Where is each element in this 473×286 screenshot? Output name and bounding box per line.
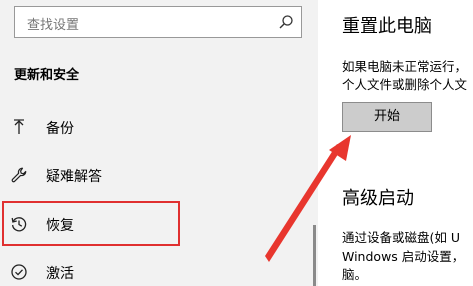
advanced-description-line: 脑。: [342, 267, 368, 282]
wrench-icon: [11, 167, 27, 183]
sidebar-item-label: 激活: [46, 266, 74, 282]
main-content: 重置此电脑 如果电脑未正常运行， 个人文件或删除个人文 开始 高级启动 通过设备…: [318, 0, 473, 286]
reset-description-line: 如果电脑未正常运行，: [342, 59, 468, 74]
advanced-description-line: Windows 启动设置，: [342, 249, 465, 264]
section-heading: 更新和安全: [14, 68, 80, 83]
settings-sidebar: 查找设置 更新和安全 备份 疑难解答 恢复 激活: [0, 0, 318, 286]
sidebar-item-label: 疑难解答: [46, 169, 102, 185]
search-placeholder: 查找设置: [27, 18, 80, 33]
search-icon[interactable]: [278, 14, 294, 30]
sidebar-scrollbar[interactable]: [313, 225, 316, 286]
reset-description-line: 个人文件或删除个人文: [342, 77, 468, 92]
reset-pc-title: 重置此电脑: [342, 16, 432, 37]
sidebar-item-backup[interactable]: 备份: [0, 107, 318, 147]
sidebar-item-troubleshoot[interactable]: 疑难解答: [0, 155, 318, 195]
start-reset-button[interactable]: 开始: [342, 102, 432, 132]
activation-check-icon: [11, 264, 27, 280]
advanced-startup-title: 高级启动: [342, 188, 414, 209]
sidebar-item-label: 备份: [46, 121, 74, 137]
backup-arrow-icon: [14, 119, 24, 134]
search-input[interactable]: 查找设置: [14, 6, 302, 38]
sidebar-item-activation[interactable]: 激活: [0, 252, 318, 286]
advanced-description-line: 通过设备或磁盘(如 U: [342, 230, 460, 245]
recovery-highlight-box: [2, 201, 180, 246]
